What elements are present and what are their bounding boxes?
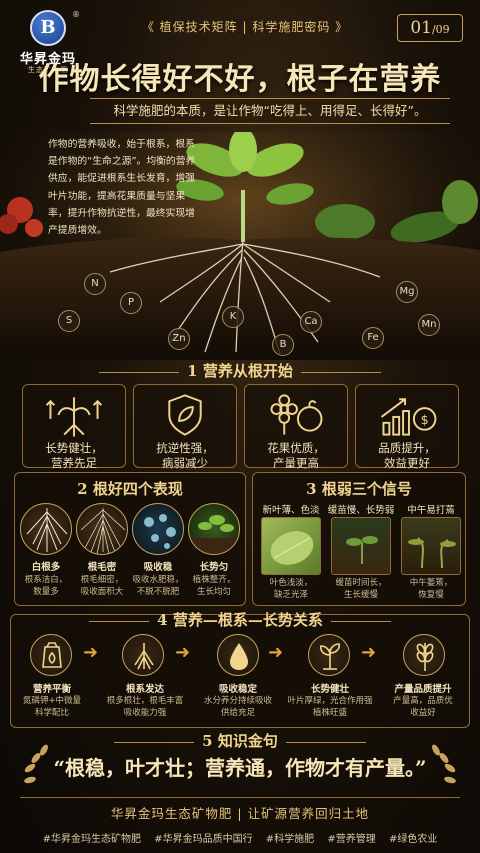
registered-mark: ®: [72, 10, 80, 19]
flow-arrow: ➜: [361, 642, 377, 663]
nutrient-bubble: B: [272, 334, 294, 356]
page-title: 作物长得好不好，根子在营养: [38, 62, 442, 97]
hashtag[interactable]: #科学施肥: [266, 834, 314, 845]
flow-arrow: ➜: [175, 642, 191, 663]
section-4-title: 4 营养—根系—长势关系: [10, 609, 470, 630]
good-root-label: 根毛密: [87, 562, 117, 573]
seedling-icon: [308, 634, 350, 676]
flow-arrow: ➜: [268, 642, 284, 663]
flow-step-label: 吸收稳定: [218, 684, 257, 695]
flow-step-label: 营养平衡: [32, 684, 71, 695]
good-root-label: 吸收稳: [143, 562, 173, 573]
poster-page: B ® 华昇金玛 生态矿物肥 《 植保技术矩阵 | 科学施肥密码 》 01/09…: [0, 0, 480, 853]
benefit-text: 抗逆性强， 病弱减少: [156, 441, 214, 470]
water-absorb-image: [132, 503, 184, 555]
flow-step-desc: 产量高，品质优 收益好: [393, 696, 453, 718]
benefit-card: 花果优质， 产量更高: [244, 384, 348, 470]
weak-signal-desc: 中午萎蔫， 恢复慢: [409, 578, 453, 600]
slow-seedling-image: [331, 517, 391, 575]
nutrient-bubble: Mn: [418, 314, 440, 336]
water-drop-icon: [217, 634, 259, 676]
flow-step-label: 长势健壮: [310, 684, 349, 695]
section-5-title: 5 知识金句: [0, 730, 480, 751]
good-root-label: 长势匀: [199, 562, 229, 573]
good-root-desc: 根系洁白， 数量多: [24, 575, 68, 597]
benefit-card: $ 品质提升， 效益更好: [355, 384, 459, 470]
nutrient-bubble: S: [58, 310, 80, 332]
root-icon: [122, 634, 164, 676]
flow-step-desc: 水分养分持续吸收 供给充足: [203, 696, 272, 718]
footer-divider: [20, 797, 460, 798]
intro-paragraph: 作物的营养吸收，始于根系，根系是作物的“生命之源”。均衡的营养供应，能促进根系生…: [48, 139, 196, 237]
weak-signal-label: 中午易打蔫: [407, 505, 455, 516]
series-tagline: 《 植保技术矩阵 | 科学施肥密码 》: [141, 20, 349, 34]
shield-leaf-icon: [168, 394, 202, 436]
section-2-title: 2 根好四个表现: [77, 480, 183, 498]
nutrient-bubble: P: [120, 292, 142, 314]
key-quote: “根稳，叶才壮；营养通，作物才有产量。”: [53, 756, 427, 780]
subtitle-banner: 科学施肥的本质，是让作物“吃得上、用得足、长得好”。: [90, 98, 450, 124]
weak-signal-desc: 缓苗时间长， 生长缓慢: [335, 578, 387, 600]
flow-step-desc: 叶片厚绿，光合作用强 植株旺盛: [287, 696, 373, 718]
benefit-text: 长势健壮， 营养先足: [45, 441, 103, 470]
pale-leaf-image: [261, 517, 321, 575]
hashtag[interactable]: #绿色农业: [389, 834, 437, 845]
footer-hashtags: #华昇金玛生态矿物肥 #华昇金玛品质中国行 #科学施肥 #营养管理 #绿色农业: [0, 830, 480, 845]
flow-arrow: ➜: [83, 642, 99, 663]
wilting-plant-image: [401, 517, 461, 575]
hashtag[interactable]: #华昇金玛品质中国行: [154, 834, 252, 845]
dense-root-hairs-image: [76, 503, 128, 555]
flow-step-label: 根系发达: [125, 684, 164, 695]
weak-signal-label: 新叶薄、色淡: [262, 505, 320, 516]
benefit-text: 品质提升， 效益更好: [378, 441, 436, 470]
page-indicator: 01/09: [397, 14, 463, 42]
weak-signal-desc: 叶色浅淡， 缺乏光泽: [269, 578, 313, 600]
svg-text:$: $: [421, 413, 429, 428]
even-growth-image: [188, 503, 240, 555]
nutrient-bubble: N: [84, 273, 106, 295]
footer-slogan: 华昇金玛生态矿物肥 | 让矿源营养回归土地: [110, 806, 370, 821]
nutrient-bubble: K: [222, 306, 244, 328]
hashtag[interactable]: #华昇金玛生态矿物肥: [43, 834, 141, 845]
good-root-desc: 根毛细密， 吸收面积大: [80, 575, 124, 597]
flow-step-label: 产量品质提升: [394, 684, 452, 695]
root-growth-icon: [45, 397, 103, 437]
nutrient-bubble: Zn: [168, 328, 190, 350]
nutrient-bubble: Mg: [396, 281, 418, 303]
section-3-title: 3 根弱三个信号: [306, 480, 412, 498]
section-1-title: 1 营养从根开始: [0, 360, 480, 381]
hashtag[interactable]: #营养管理: [327, 834, 375, 845]
page-current: 01: [410, 18, 432, 38]
flow-step-desc: 根多根壮，根毛丰富 吸收能力强: [106, 696, 184, 718]
good-root-label: 白根多: [31, 562, 61, 573]
fertilizer-bag-icon: [30, 634, 72, 676]
benefit-card: 长势健壮， 营养先足: [22, 384, 126, 470]
benefit-text: 花果优质， 产量更高: [267, 441, 325, 470]
flower-fruit-icon: [270, 394, 323, 435]
nutrient-bubble: Ca: [300, 311, 322, 333]
logo-emblem: B: [30, 10, 66, 46]
benefit-card: 抗逆性强， 病弱减少: [133, 384, 237, 470]
white-roots-image: [20, 503, 72, 555]
weak-signal-label: 缓苗慢、长势弱: [327, 505, 395, 516]
good-root-desc: 吸收水肥稳， 不脱不脱肥: [132, 575, 184, 597]
growth-chart-icon: $: [380, 398, 437, 436]
flow-step-desc: 氮磷钾+中微量 科学配比: [22, 696, 82, 718]
wheat-icon: [403, 634, 445, 676]
nutrient-bubble: Fe: [362, 327, 384, 349]
good-root-desc: 植株整齐， 生长均匀: [192, 575, 236, 597]
page-total: /09: [431, 23, 450, 36]
